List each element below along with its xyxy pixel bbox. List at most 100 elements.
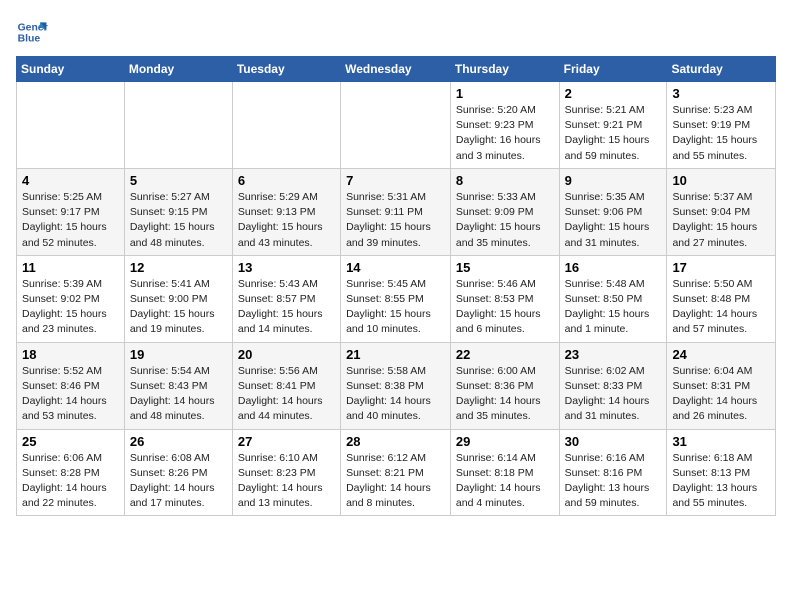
day-number: 13 — [238, 260, 335, 275]
day-info: Sunrise: 5:43 AM Sunset: 8:57 PM Dayligh… — [238, 277, 335, 338]
calendar-cell: 11 Sunrise: 5:39 AM Sunset: 9:02 PM Dayli… — [17, 255, 125, 342]
day-number: 12 — [130, 260, 227, 275]
calendar-cell: 31 Sunrise: 6:18 AM Sunset: 8:13 PM Dayli… — [667, 429, 776, 516]
day-info: Sunrise: 5:56 AM Sunset: 8:41 PM Dayligh… — [238, 364, 335, 425]
day-info: Sunrise: 5:37 AM Sunset: 9:04 PM Dayligh… — [672, 190, 770, 251]
day-number: 15 — [456, 260, 554, 275]
day-info: Sunrise: 5:21 AM Sunset: 9:21 PM Dayligh… — [565, 103, 662, 164]
day-info: Sunrise: 5:23 AM Sunset: 9:19 PM Dayligh… — [672, 103, 770, 164]
svg-text:Blue: Blue — [18, 34, 41, 45]
calendar-cell: 25 Sunrise: 6:06 AM Sunset: 8:28 PM Dayli… — [17, 429, 125, 516]
day-info: Sunrise: 6:10 AM Sunset: 8:23 PM Dayligh… — [238, 451, 335, 512]
calendar-cell: 21 Sunrise: 5:58 AM Sunset: 8:38 PM Dayli… — [341, 342, 451, 429]
day-info: Sunrise: 6:04 AM Sunset: 8:31 PM Dayligh… — [672, 364, 770, 425]
calendar-cell: 12 Sunrise: 5:41 AM Sunset: 9:00 PM Dayli… — [124, 255, 232, 342]
calendar-cell: 19 Sunrise: 5:54 AM Sunset: 8:43 PM Dayli… — [124, 342, 232, 429]
calendar-week-2: 4 Sunrise: 5:25 AM Sunset: 9:17 PM Daylig… — [17, 168, 776, 255]
col-header-wednesday: Wednesday — [341, 57, 451, 82]
day-number: 27 — [238, 434, 335, 449]
day-info: Sunrise: 5:25 AM Sunset: 9:17 PM Dayligh… — [22, 190, 119, 251]
day-number: 11 — [22, 260, 119, 275]
day-number: 16 — [565, 260, 662, 275]
calendar-cell — [17, 82, 125, 169]
day-number: 29 — [456, 434, 554, 449]
day-info: Sunrise: 5:41 AM Sunset: 9:00 PM Dayligh… — [130, 277, 227, 338]
day-info: Sunrise: 6:14 AM Sunset: 8:18 PM Dayligh… — [456, 451, 554, 512]
calendar-cell: 30 Sunrise: 6:16 AM Sunset: 8:16 PM Dayli… — [559, 429, 667, 516]
calendar-header-row: SundayMondayTuesdayWednesdayThursdayFrid… — [17, 57, 776, 82]
day-info: Sunrise: 5:27 AM Sunset: 9:15 PM Dayligh… — [130, 190, 227, 251]
calendar-week-1: 1Sunrise: 5:20 AM Sunset: 9:23 PM Daylig… — [17, 82, 776, 169]
day-info: Sunrise: 5:39 AM Sunset: 9:02 PM Dayligh… — [22, 277, 119, 338]
calendar-cell: 29 Sunrise: 6:14 AM Sunset: 8:18 PM Dayli… — [450, 429, 559, 516]
calendar-cell: 13 Sunrise: 5:43 AM Sunset: 8:57 PM Dayli… — [232, 255, 340, 342]
calendar-cell — [124, 82, 232, 169]
col-header-monday: Monday — [124, 57, 232, 82]
day-number: 22 — [456, 347, 554, 362]
day-info: Sunrise: 5:50 AM Sunset: 8:48 PM Dayligh… — [672, 277, 770, 338]
day-info: Sunrise: 5:33 AM Sunset: 9:09 PM Dayligh… — [456, 190, 554, 251]
calendar-cell: 28 Sunrise: 6:12 AM Sunset: 8:21 PM Dayli… — [341, 429, 451, 516]
day-number: 18 — [22, 347, 119, 362]
day-number: 6 — [238, 173, 335, 188]
day-info: Sunrise: 6:00 AM Sunset: 8:36 PM Dayligh… — [456, 364, 554, 425]
day-info: Sunrise: 6:18 AM Sunset: 8:13 PM Dayligh… — [672, 451, 770, 512]
calendar-cell: 6 Sunrise: 5:29 AM Sunset: 9:13 PM Daylig… — [232, 168, 340, 255]
day-info: Sunrise: 5:54 AM Sunset: 8:43 PM Dayligh… — [130, 364, 227, 425]
day-info: Sunrise: 6:12 AM Sunset: 8:21 PM Dayligh… — [346, 451, 445, 512]
calendar-cell: 14Sunrise: 5:45 AM Sunset: 8:55 PM Dayli… — [341, 255, 451, 342]
calendar-cell: 27 Sunrise: 6:10 AM Sunset: 8:23 PM Dayli… — [232, 429, 340, 516]
calendar-week-3: 11 Sunrise: 5:39 AM Sunset: 9:02 PM Dayli… — [17, 255, 776, 342]
day-number: 30 — [565, 434, 662, 449]
day-number: 24 — [672, 347, 770, 362]
calendar-week-5: 25 Sunrise: 6:06 AM Sunset: 8:28 PM Dayli… — [17, 429, 776, 516]
col-header-sunday: Sunday — [17, 57, 125, 82]
day-number: 20 — [238, 347, 335, 362]
calendar-cell: 9 Sunrise: 5:35 AM Sunset: 9:06 PM Daylig… — [559, 168, 667, 255]
day-number: 28 — [346, 434, 445, 449]
day-info: Sunrise: 5:29 AM Sunset: 9:13 PM Dayligh… — [238, 190, 335, 251]
calendar-cell: 4 Sunrise: 5:25 AM Sunset: 9:17 PM Daylig… — [17, 168, 125, 255]
col-header-thursday: Thursday — [450, 57, 559, 82]
calendar-cell: 16 Sunrise: 5:48 AM Sunset: 8:50 PM Dayli… — [559, 255, 667, 342]
day-number: 19 — [130, 347, 227, 362]
day-info: Sunrise: 5:35 AM Sunset: 9:06 PM Dayligh… — [565, 190, 662, 251]
day-number: 21 — [346, 347, 445, 362]
calendar-cell: 18Sunrise: 5:52 AM Sunset: 8:46 PM Dayli… — [17, 342, 125, 429]
calendar-week-4: 18Sunrise: 5:52 AM Sunset: 8:46 PM Dayli… — [17, 342, 776, 429]
day-number: 10 — [672, 173, 770, 188]
calendar-cell: 2 Sunrise: 5:21 AM Sunset: 9:21 PM Daylig… — [559, 82, 667, 169]
day-info: Sunrise: 6:02 AM Sunset: 8:33 PM Dayligh… — [565, 364, 662, 425]
calendar-cell: 24 Sunrise: 6:04 AM Sunset: 8:31 PM Dayli… — [667, 342, 776, 429]
day-info: Sunrise: 6:16 AM Sunset: 8:16 PM Dayligh… — [565, 451, 662, 512]
day-info: Sunrise: 6:06 AM Sunset: 8:28 PM Dayligh… — [22, 451, 119, 512]
page-header: General Blue — [16, 16, 776, 48]
day-number: 7 — [346, 173, 445, 188]
day-number: 3 — [672, 86, 770, 101]
calendar-cell: 20 Sunrise: 5:56 AM Sunset: 8:41 PM Dayli… — [232, 342, 340, 429]
day-info: Sunrise: 5:48 AM Sunset: 8:50 PM Dayligh… — [565, 277, 662, 338]
day-info: Sunrise: 5:45 AM Sunset: 8:55 PM Dayligh… — [346, 277, 445, 338]
calendar-cell: 10 Sunrise: 5:37 AM Sunset: 9:04 PM Dayli… — [667, 168, 776, 255]
day-number: 31 — [672, 434, 770, 449]
day-number: 23 — [565, 347, 662, 362]
calendar-cell — [341, 82, 451, 169]
day-info: Sunrise: 5:20 AM Sunset: 9:23 PM Dayligh… — [456, 103, 554, 164]
day-number: 25 — [22, 434, 119, 449]
day-info: Sunrise: 5:58 AM Sunset: 8:38 PM Dayligh… — [346, 364, 445, 425]
day-number: 2 — [565, 86, 662, 101]
calendar-cell: 8 Sunrise: 5:33 AM Sunset: 9:09 PM Daylig… — [450, 168, 559, 255]
calendar-cell: 26Sunrise: 6:08 AM Sunset: 8:26 PM Dayli… — [124, 429, 232, 516]
day-number: 5 — [130, 173, 227, 188]
day-number: 26 — [130, 434, 227, 449]
calendar-cell: 22 Sunrise: 6:00 AM Sunset: 8:36 PM Dayli… — [450, 342, 559, 429]
col-header-friday: Friday — [559, 57, 667, 82]
calendar-cell: 17Sunrise: 5:50 AM Sunset: 8:48 PM Dayli… — [667, 255, 776, 342]
day-number: 9 — [565, 173, 662, 188]
day-number: 4 — [22, 173, 119, 188]
calendar-cell: 1Sunrise: 5:20 AM Sunset: 9:23 PM Daylig… — [450, 82, 559, 169]
col-header-saturday: Saturday — [667, 57, 776, 82]
day-number: 8 — [456, 173, 554, 188]
calendar-cell: 5 Sunrise: 5:27 AM Sunset: 9:15 PM Daylig… — [124, 168, 232, 255]
calendar-cell: 23 Sunrise: 6:02 AM Sunset: 8:33 PM Dayli… — [559, 342, 667, 429]
